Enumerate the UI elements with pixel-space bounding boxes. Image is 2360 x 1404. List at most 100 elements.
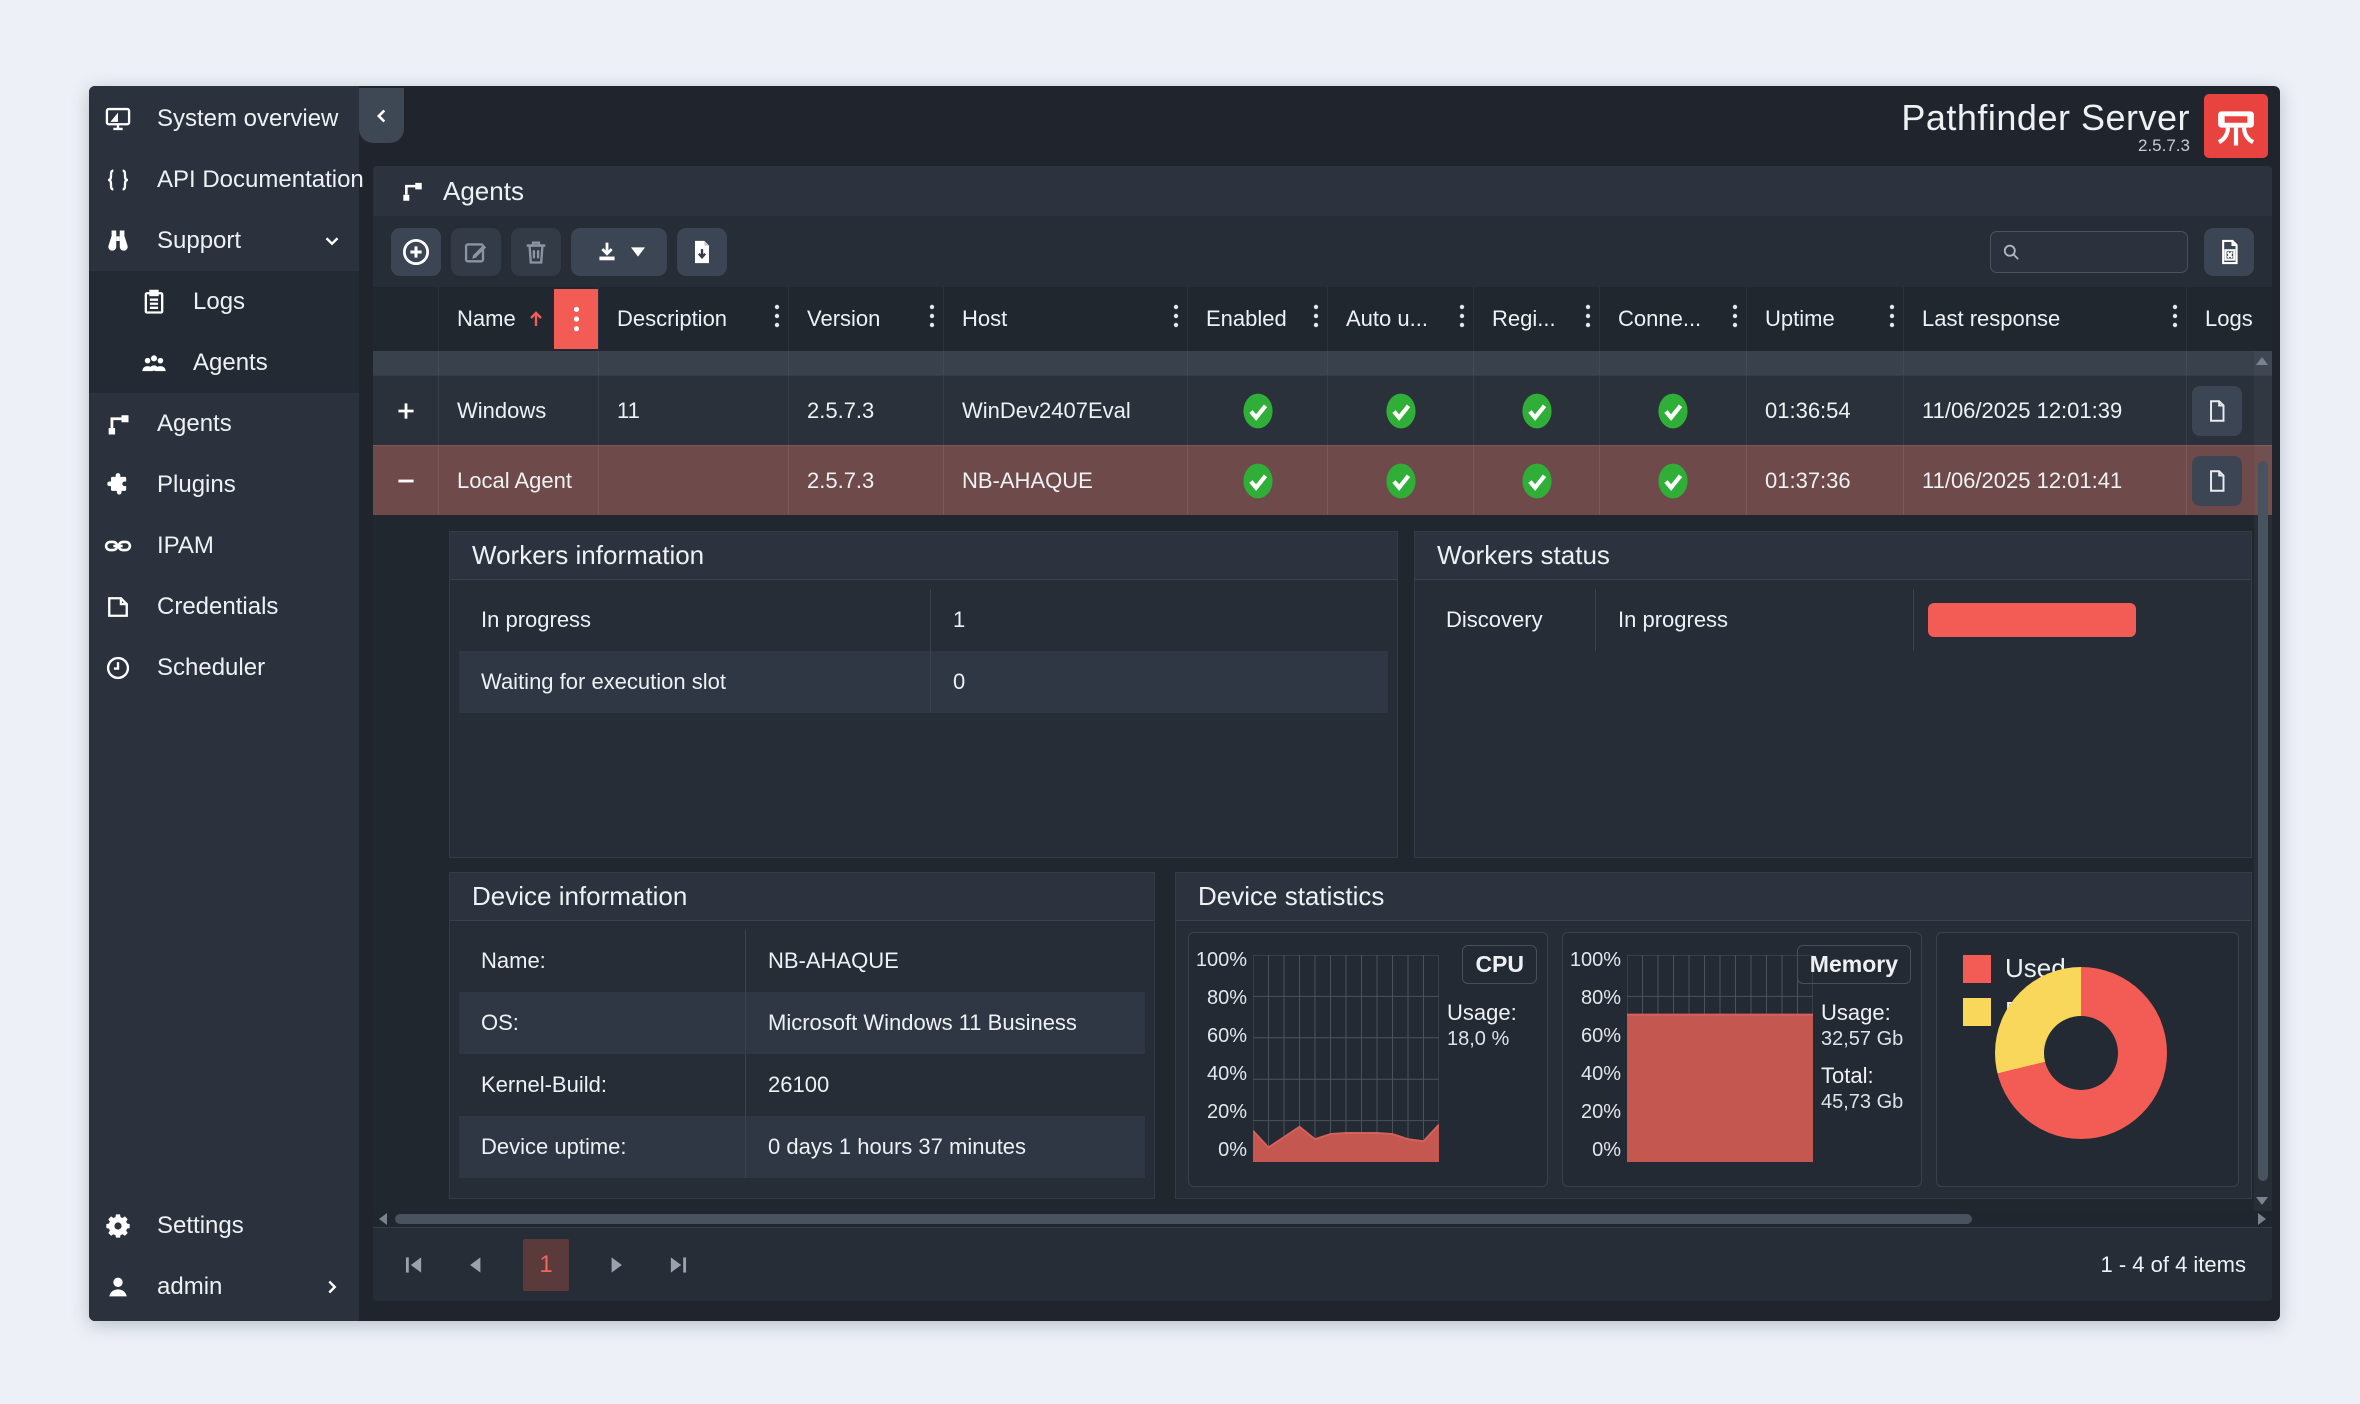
cpu-chart-info: CPU Usage: 18,0 % xyxy=(1441,943,1539,1178)
sidebar-item-support-agents[interactable]: Agents xyxy=(89,332,359,393)
horizontal-scroll-thumb[interactable] xyxy=(395,1214,1972,1224)
horizontal-scroll-track[interactable] xyxy=(395,1214,2250,1224)
table-row: Device uptime: 0 days 1 hours 37 minutes xyxy=(459,1116,1145,1178)
expand-button[interactable] xyxy=(373,376,439,445)
next-page-icon xyxy=(604,1252,630,1278)
sidebar-item-ipam[interactable]: IPAM xyxy=(89,515,359,576)
column-header-enabled[interactable]: Enabled xyxy=(1188,287,1328,351)
collapse-button[interactable] xyxy=(373,446,439,515)
cell-version: 2.5.7.3 xyxy=(789,446,944,515)
first-page-button[interactable] xyxy=(399,1251,427,1279)
sidebar-item-plugins[interactable]: Plugins xyxy=(89,454,359,515)
column-header-connected[interactable]: Conne... xyxy=(1600,287,1747,351)
column-header-auto-update[interactable]: Auto u... xyxy=(1328,287,1474,351)
sidebar-item-admin[interactable]: admin xyxy=(89,1256,359,1317)
sidebar-item-system-overview[interactable]: System overview xyxy=(89,88,359,149)
row-logs-button[interactable] xyxy=(2192,386,2242,436)
export-file-button[interactable] xyxy=(677,228,727,276)
person-icon xyxy=(103,1272,133,1302)
check-icon xyxy=(1242,392,1274,430)
last-page-button[interactable] xyxy=(665,1251,693,1279)
column-header-host[interactable]: Host xyxy=(944,287,1188,351)
info-value: 45,73 Gb xyxy=(1821,1091,1903,1114)
column-menu-icon[interactable] xyxy=(1313,303,1319,335)
previous-page-button[interactable] xyxy=(461,1251,489,1279)
column-header-last-response[interactable]: Last response xyxy=(1904,287,2187,351)
cell-name: Windows xyxy=(439,376,599,445)
memory-donut-card: Used Free xyxy=(1936,932,2239,1187)
scroll-left-arrow-icon[interactable] xyxy=(379,1213,387,1225)
table-header: Name Description Version Host xyxy=(373,287,2272,351)
pagination-summary: 1 - 4 of 4 items xyxy=(2100,1252,2246,1278)
add-button[interactable] xyxy=(391,228,441,276)
delete-button[interactable] xyxy=(511,228,561,276)
kv-value: Microsoft Windows 11 Business xyxy=(746,992,1145,1054)
sidebar-item-credentials[interactable]: Credentials xyxy=(89,576,359,637)
download-split-button[interactable] xyxy=(571,228,667,276)
column-menu-active-icon[interactable] xyxy=(554,289,598,349)
chart-title-chip: Memory xyxy=(1797,945,1911,984)
column-header-version[interactable]: Version xyxy=(789,287,944,351)
kv-value: 0 xyxy=(931,651,1388,713)
horizontal-scrollbar[interactable] xyxy=(373,1211,2272,1227)
axis-tick-label: 40% xyxy=(1581,1063,1621,1086)
panel-title: Workers information xyxy=(450,532,1397,580)
excel-export-button[interactable] xyxy=(2204,228,2254,276)
edit-icon xyxy=(462,238,490,266)
sidebar-item-agents[interactable]: Agents xyxy=(89,393,359,454)
download-icon xyxy=(593,238,621,266)
vertical-scroll-thumb[interactable] xyxy=(2258,461,2268,1181)
table-row: OS: Microsoft Windows 11 Business xyxy=(459,992,1145,1054)
column-header-uptime[interactable]: Uptime xyxy=(1747,287,1904,351)
filter-row[interactable] xyxy=(373,351,2272,375)
column-header-description[interactable]: Description xyxy=(599,287,789,351)
page-number-button[interactable]: 1 xyxy=(523,1239,569,1291)
column-header-registered[interactable]: Regi... xyxy=(1474,287,1600,351)
file-download-icon xyxy=(688,238,716,266)
sidebar-item-scheduler[interactable]: Scheduler xyxy=(89,637,359,698)
row-logs-button[interactable] xyxy=(2192,456,2242,506)
scroll-up-arrow-icon[interactable] xyxy=(2256,357,2268,365)
vertical-scrollbar[interactable] xyxy=(2254,351,2272,1211)
column-header-name[interactable]: Name xyxy=(439,287,599,351)
table-row: Discovery In progress xyxy=(1424,589,2242,651)
cpu-y-axis: 100%80%60%40%20%0% xyxy=(1195,943,1253,1178)
column-menu-icon[interactable] xyxy=(2172,303,2178,335)
axis-tick-label: 0% xyxy=(1592,1139,1621,1162)
column-menu-icon[interactable] xyxy=(929,303,935,335)
column-label: Regi... xyxy=(1492,306,1556,332)
column-menu-icon[interactable] xyxy=(1585,303,1591,335)
sidebar-item-api-documentation[interactable]: API Documentation xyxy=(89,149,359,210)
column-label: Conne... xyxy=(1618,306,1701,332)
kv-value: NB-AHAQUE xyxy=(746,930,1145,992)
cell-host: NB-AHAQUE xyxy=(944,446,1188,515)
sidebar-collapse-button[interactable] xyxy=(359,88,404,143)
sidebar-item-support[interactable]: Support xyxy=(89,210,359,271)
column-menu-icon[interactable] xyxy=(1459,303,1465,335)
cell-last-response: 11/06/2025 12:01:39 xyxy=(1904,376,2187,445)
sidebar-item-settings[interactable]: Settings xyxy=(89,1195,359,1256)
column-menu-icon[interactable] xyxy=(1889,303,1895,335)
main-area: Pathfinder Server 2.5.7.3 Agents xyxy=(359,86,2280,1321)
section-titlebar: Agents xyxy=(373,166,2272,216)
first-page-icon xyxy=(400,1252,426,1278)
table-row-selected[interactable]: Local Agent 2.5.7.3 NB-AHAQUE 01:37:36 1… xyxy=(373,445,2272,515)
edit-button[interactable] xyxy=(451,228,501,276)
column-label: Uptime xyxy=(1765,306,1835,332)
table-row[interactable]: Windows 11 2.5.7.3 WinDev2407Eval 01:36:… xyxy=(373,375,2272,445)
sidebar-item-logs[interactable]: Logs xyxy=(89,271,359,332)
column-menu-icon[interactable] xyxy=(1732,303,1738,335)
file-icon xyxy=(2204,468,2230,494)
search-input[interactable] xyxy=(2029,239,2177,264)
scroll-down-arrow-icon[interactable] xyxy=(2256,1197,2268,1205)
scroll-right-arrow-icon[interactable] xyxy=(2258,1213,2266,1225)
next-page-button[interactable] xyxy=(603,1251,631,1279)
column-menu-icon[interactable] xyxy=(1173,303,1179,335)
cell-description: 11 xyxy=(599,376,789,445)
column-menu-icon[interactable] xyxy=(774,303,780,335)
column-header-logs[interactable]: Logs xyxy=(2187,287,2272,351)
axis-tick-label: 20% xyxy=(1581,1101,1621,1124)
search-icon xyxy=(2001,240,2021,264)
chevron-down-icon xyxy=(321,230,343,252)
sort-ascending-icon xyxy=(524,307,548,331)
